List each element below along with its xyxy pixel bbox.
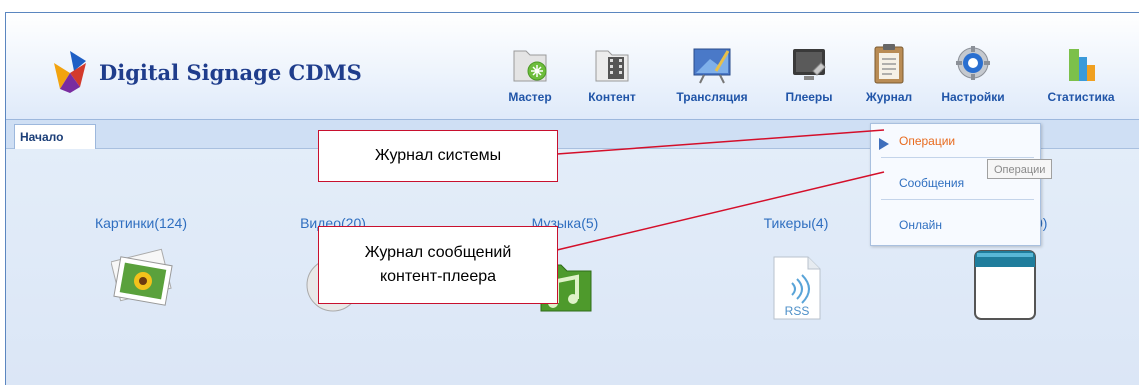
menu-divider — [881, 157, 1034, 158]
menu-pointer-icon — [879, 138, 889, 150]
callout-player-log-line1: Журнал сообщений — [364, 244, 512, 261]
svg-text:RSS: RSS — [785, 304, 810, 318]
callout-player-log: Журнал сообщений контент-плеера — [318, 226, 558, 304]
menu-item-messages[interactable]: Сообщения — [899, 176, 964, 190]
tile-video[interactable]: Видео(20) — [258, 13, 408, 385]
tile-pictures[interactable]: Картинки(124) — [66, 13, 216, 385]
template-icon — [974, 250, 1036, 320]
journal-dropdown-menu: Операции Сообщения Онлайн — [870, 123, 1041, 246]
callout-player-log-line2: контент-плеера — [379, 268, 497, 285]
tile-tickers[interactable]: RSS Тикеры(4) — [721, 13, 871, 385]
callout-system-log: Журнал системы — [318, 130, 558, 182]
rss-ticker-icon: RSS — [773, 256, 821, 320]
callout-system-log-text: Журнал системы — [374, 147, 502, 164]
clipboard-icon — [874, 44, 904, 84]
menu-item-online[interactable]: Онлайн — [899, 218, 942, 232]
menu-item-operations[interactable]: Операции — [899, 134, 955, 148]
pictures-icon — [111, 248, 173, 306]
menu-divider — [881, 199, 1034, 200]
tile-tickers-label: Тикеры(4) — [763, 215, 829, 231]
tile-music[interactable]: Музыка(5) — [490, 13, 640, 385]
menu-tooltip: Операции — [987, 159, 1053, 179]
tile-pictures-label: Картинки(124) — [94, 215, 187, 231]
app-window: Digital Signage CDMS Мастер Контент Тран… — [5, 12, 1139, 385]
